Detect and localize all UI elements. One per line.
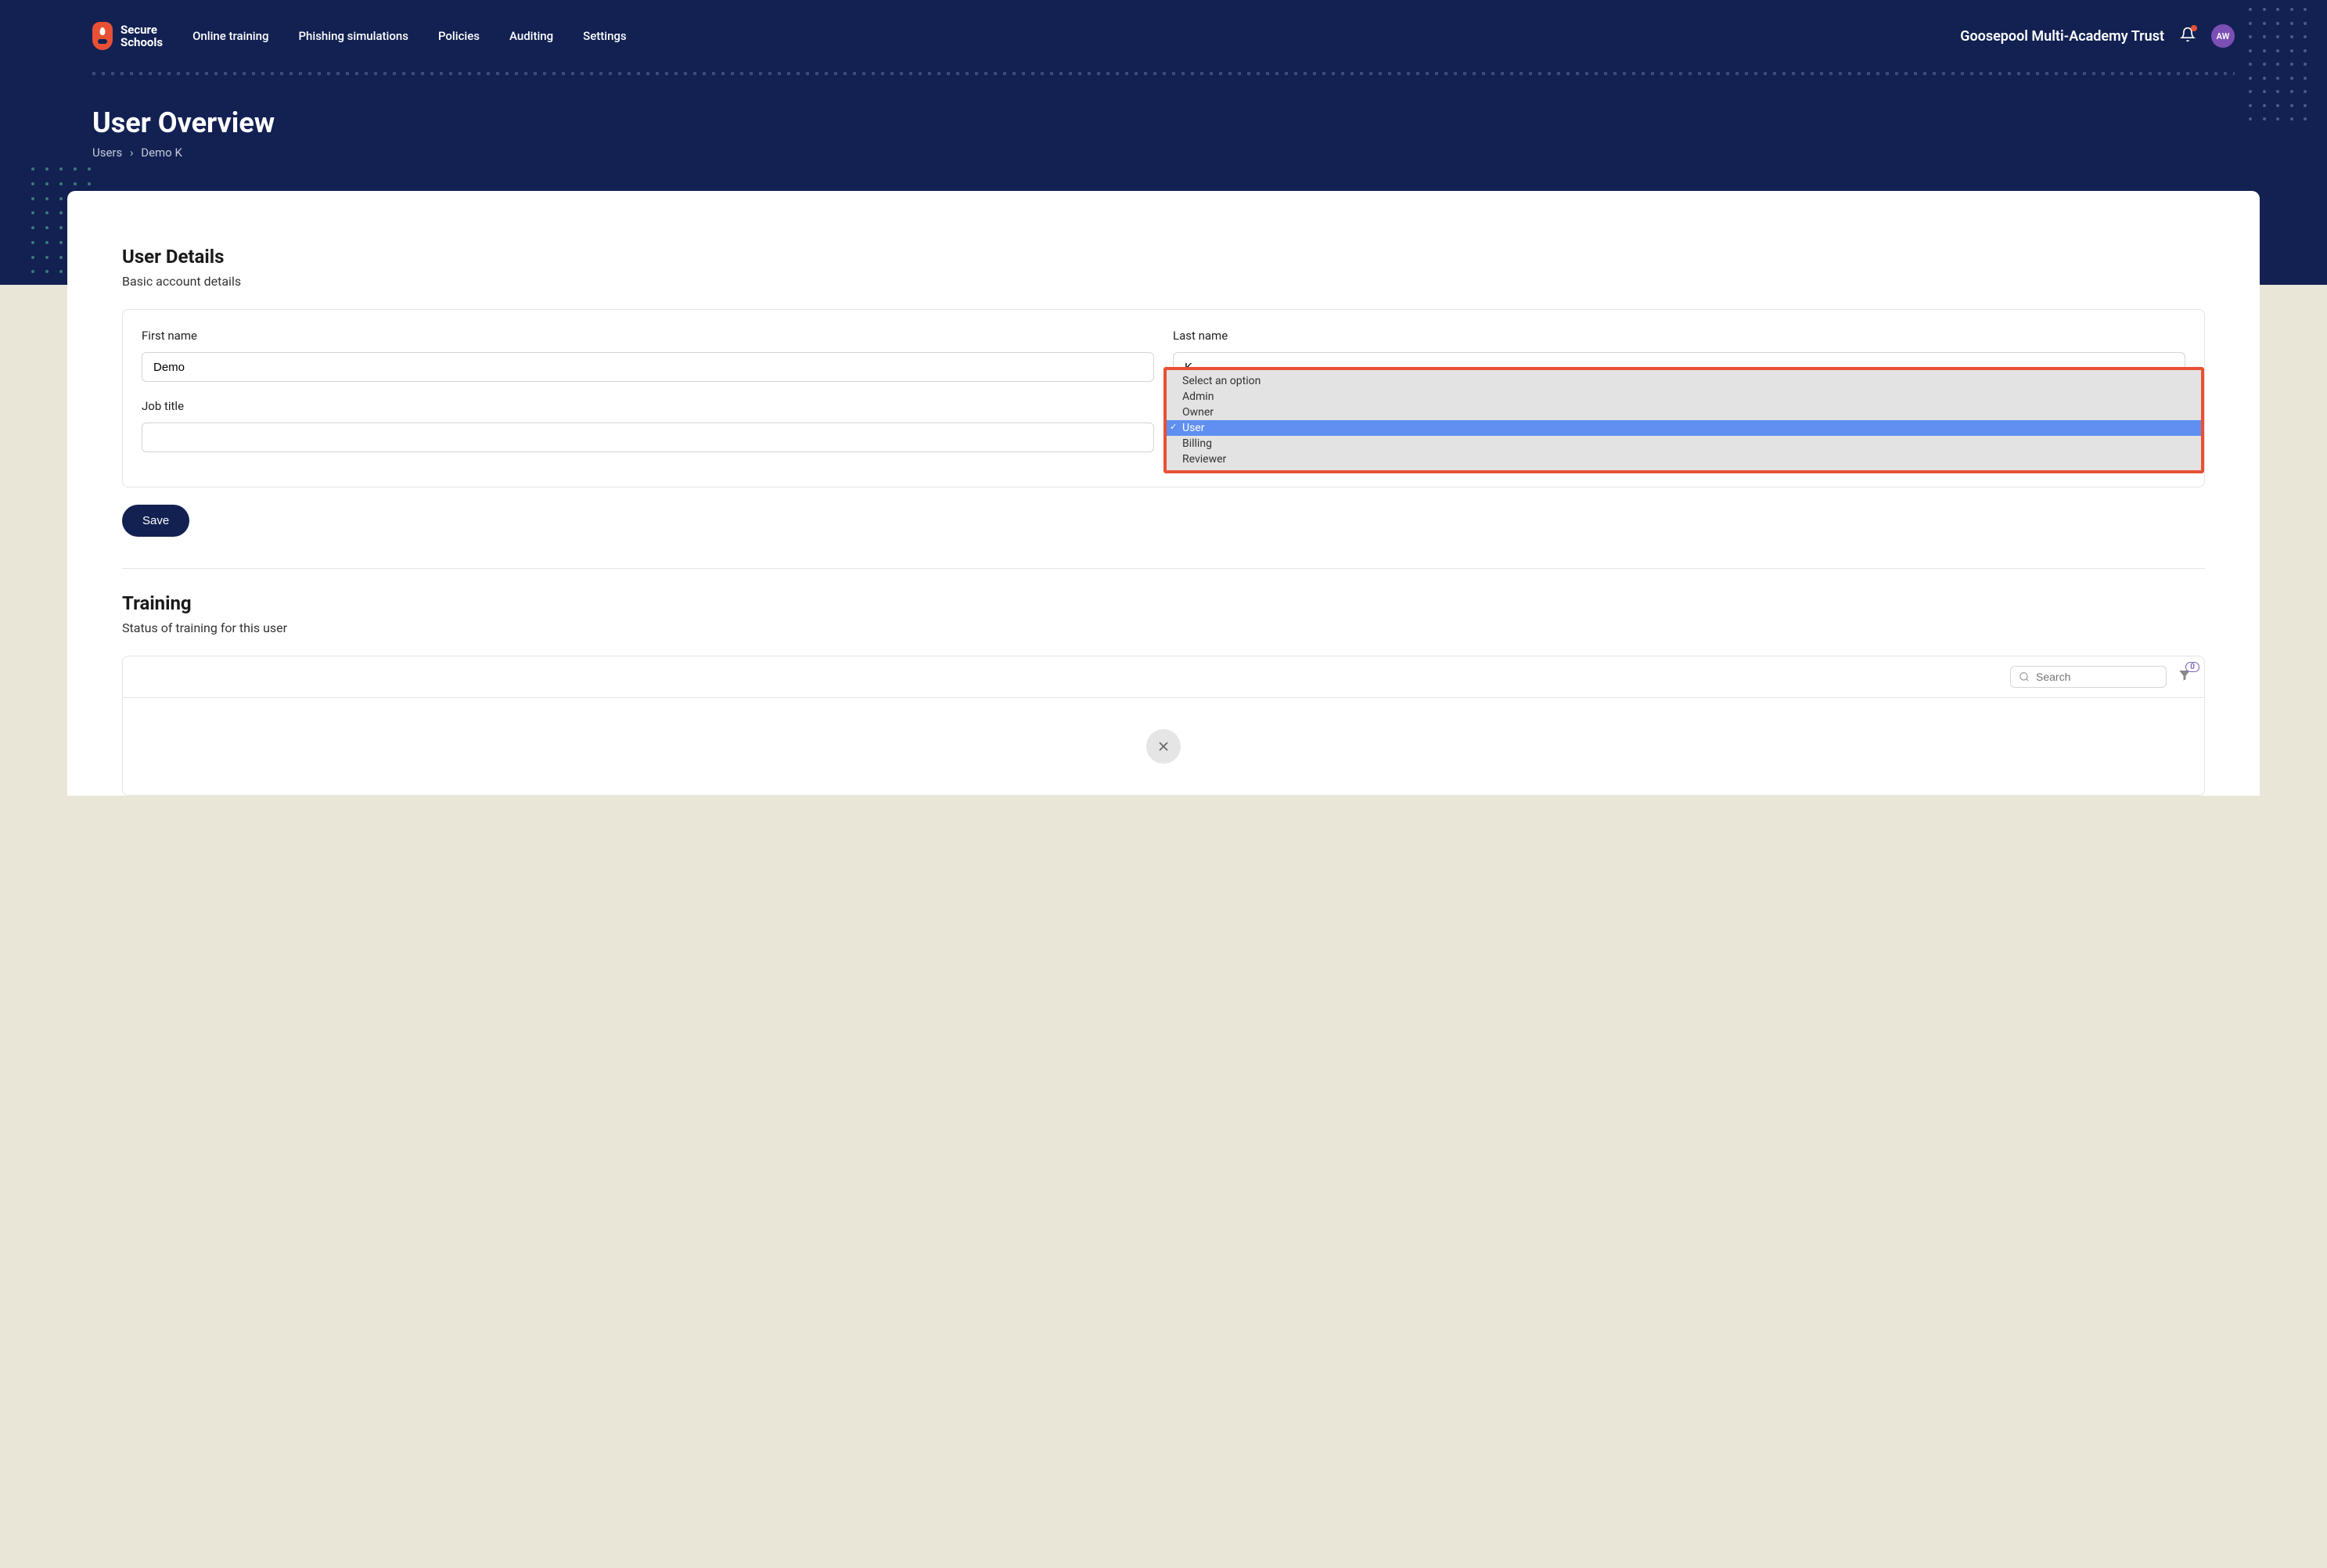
dropdown-option-admin[interactable]: Admin (1167, 389, 2201, 405)
nav-online-training[interactable]: Online training (192, 29, 268, 43)
nav-policies[interactable]: Policies (438, 29, 480, 43)
role-dropdown[interactable]: Select an option Admin Owner User Billin… (1164, 367, 2204, 473)
page-title: User Overview (92, 106, 2235, 139)
avatar[interactable]: AW (2211, 24, 2235, 48)
first-name-input[interactable] (142, 352, 1154, 382)
brand-logo[interactable]: Secure Schools (92, 22, 163, 50)
dropdown-option-reviewer[interactable]: Reviewer (1167, 451, 2201, 467)
empty-close-icon (1146, 729, 1181, 764)
training-card: 0 (122, 656, 2205, 796)
notifications-button[interactable] (2180, 27, 2196, 45)
first-name-label: First name (142, 329, 1154, 343)
filter-count-badge: 0 (2185, 662, 2199, 672)
notification-dot (2191, 25, 2197, 31)
training-title: Training (122, 592, 2205, 614)
nav-phishing-simulations[interactable]: Phishing simulations (298, 29, 408, 43)
training-subtitle: Status of training for this user (122, 620, 2205, 635)
close-icon (1156, 739, 1171, 754)
user-details-form: First name Last name Job title Select an… (122, 309, 2205, 487)
filter-button[interactable]: 0 (2178, 668, 2192, 685)
user-details-title: User Details (122, 246, 2205, 268)
chevron-right-icon: › (130, 146, 134, 160)
dropdown-option-user[interactable]: User (1167, 420, 2201, 436)
breadcrumb-current: Demo K (141, 146, 182, 160)
user-details-subtitle: Basic account details (122, 274, 2205, 289)
search-icon (2019, 671, 2030, 683)
dropdown-option-owner[interactable]: Owner (1167, 405, 2201, 420)
job-title-input[interactable] (142, 423, 1154, 452)
last-name-label: Last name (1173, 329, 2185, 343)
org-name: Goosepool Multi-Academy Trust (1960, 28, 2164, 45)
training-search-input[interactable] (2036, 671, 2158, 683)
nav-auditing[interactable]: Auditing (509, 29, 553, 43)
save-button[interactable]: Save (122, 505, 189, 537)
breadcrumb-root[interactable]: Users (92, 146, 122, 160)
nav-settings[interactable]: Settings (583, 29, 627, 43)
top-nav: Secure Schools Online training Phishing … (0, 0, 2327, 72)
job-title-label: Job title (142, 399, 1154, 413)
logo-text: Secure Schools (120, 23, 163, 49)
divider (122, 568, 2205, 569)
dropdown-option-placeholder[interactable]: Select an option (1167, 373, 2201, 389)
breadcrumb: Users › Demo K (92, 146, 2235, 160)
logo-icon (92, 22, 113, 50)
training-search[interactable] (2010, 666, 2167, 688)
training-empty-state (123, 698, 2204, 795)
decorative-dots-right (2249, 8, 2311, 125)
nav-links: Online training Phishing simulations Pol… (192, 29, 627, 43)
dropdown-option-billing[interactable]: Billing (1167, 436, 2201, 451)
